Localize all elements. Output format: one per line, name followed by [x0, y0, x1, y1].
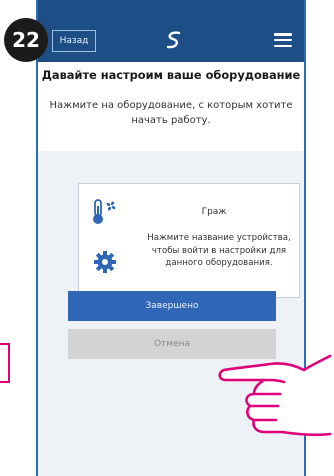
app-header: Назад — [38, 0, 304, 62]
gear-icon[interactable] — [93, 250, 117, 274]
equipment-name[interactable]: Граж — [139, 207, 289, 217]
intro-text: Нажмите на оборудование, с которым хотит… — [49, 100, 293, 126]
done-button[interactable]: Завершено — [68, 291, 276, 321]
step-number-badge: 22 — [4, 18, 48, 62]
s-logo-icon — [166, 31, 181, 49]
hamburger-menu-icon[interactable] — [274, 33, 292, 47]
equipment-card[interactable]: Граж Нажмите название устройства, чтобы … — [78, 183, 300, 298]
page-title: Давайте настроим ваше оборудование — [41, 68, 301, 82]
intro-section: Нажмите на оборудование, с которым хотит… — [38, 86, 304, 151]
back-button[interactable]: Назад — [52, 30, 96, 52]
equipment-hint: Нажмите название устройства, чтобы войти… — [147, 233, 291, 268]
pointing-hand-icon — [218, 354, 332, 437]
side-bracket-marker — [0, 343, 10, 383]
thermometer-fan-icon — [93, 199, 116, 224]
